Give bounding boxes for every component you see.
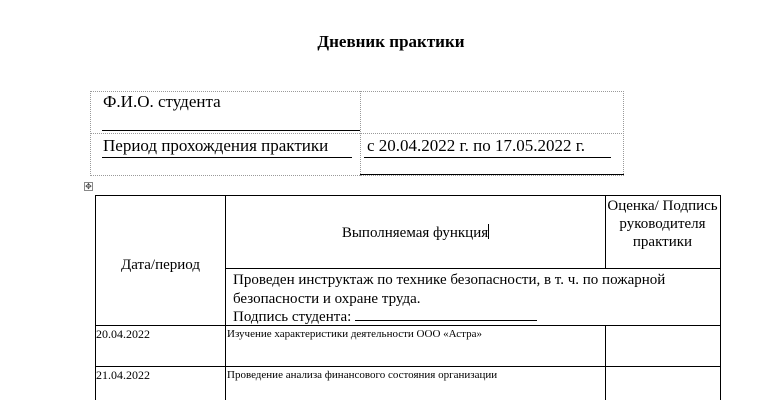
student-name-underline <box>102 130 360 131</box>
period-label-underline <box>102 157 352 158</box>
diary-table-border <box>720 195 721 400</box>
row-function[interactable]: Изучение характеристики деятельности ООО… <box>227 328 482 340</box>
row-date[interactable]: 20.04.2022 <box>96 327 150 342</box>
diary-table-border <box>605 325 606 400</box>
instruction-text: Проведен инструктаж по технике безопасно… <box>233 272 666 307</box>
period-value-bottom-line <box>360 174 624 175</box>
period-value[interactable]: с 20.04.2022 г. по 17.05.2022 г. <box>367 136 585 156</box>
diary-table-border <box>226 268 721 269</box>
header-date[interactable]: Дата/период <box>96 257 225 274</box>
text-cursor <box>488 224 490 239</box>
row-date[interactable]: 21.04.2022 <box>96 368 150 383</box>
header-grade[interactable]: Оценка/ Подпись руководителя практики <box>605 197 720 251</box>
instruction-cell[interactable]: Проведен инструктаж по технике безопасно… <box>233 271 713 327</box>
info-table-divider <box>90 133 624 134</box>
period-value-underline <box>364 157 611 158</box>
diary-table-border <box>95 195 721 196</box>
student-signature: Подпись студента: <box>233 308 713 327</box>
period-label[interactable]: Период прохождения практики <box>103 136 328 156</box>
header-function[interactable]: Выполняемая функция <box>226 224 605 242</box>
table-move-handle-icon[interactable]: ✥ <box>84 182 93 191</box>
diary-table-border <box>95 366 721 367</box>
signature-line <box>355 308 538 321</box>
student-name-label[interactable]: Ф.И.О. студента <box>103 92 221 112</box>
document-title: Дневник практики <box>317 32 465 51</box>
row-function[interactable]: Проведение анализа финансового состояния… <box>227 369 497 381</box>
signature-label: Подпись студента: <box>233 309 352 325</box>
